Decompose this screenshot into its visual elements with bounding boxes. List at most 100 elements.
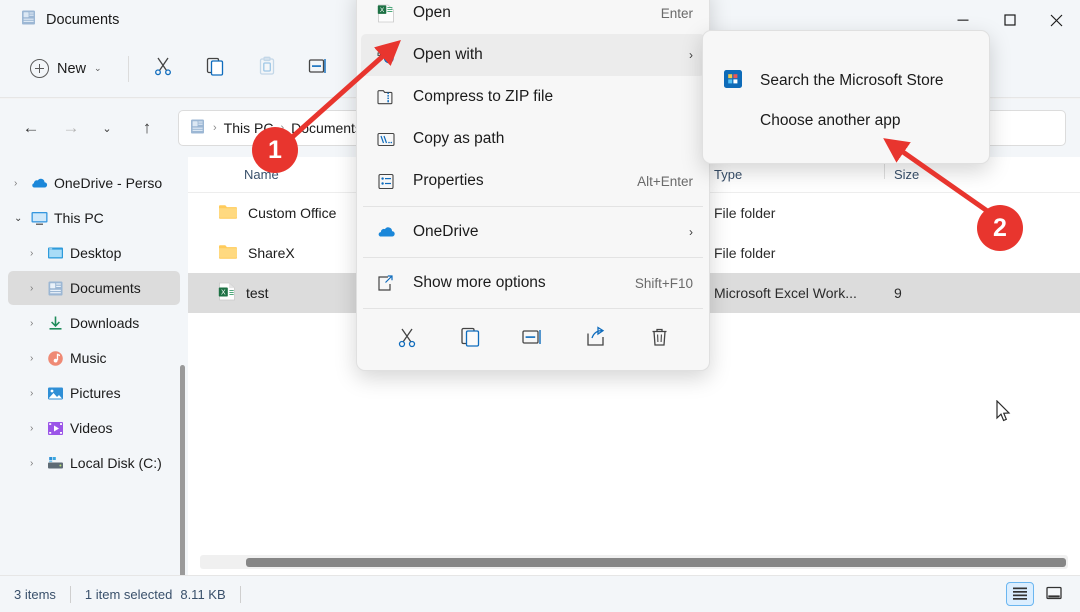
- sidebar-item-label: Local Disk (C:): [70, 455, 162, 471]
- sidebar-item-label: This PC: [54, 210, 104, 226]
- context-menu-item-open-with[interactable]: Open with ›: [361, 34, 705, 76]
- chevron-down-icon[interactable]: ⌄: [14, 213, 30, 224]
- new-button[interactable]: New ⌄: [18, 52, 114, 85]
- submenu-item-search-store[interactable]: Search the Microsoft Store: [709, 61, 983, 101]
- chevron-right-icon[interactable]: ›: [14, 178, 30, 189]
- submenu-item-choose-another-app[interactable]: Choose another app: [709, 101, 983, 141]
- maximize-button[interactable]: [986, 0, 1033, 40]
- context-menu-accel: Alt+Enter: [637, 174, 693, 189]
- chevron-right-icon: ›: [689, 225, 693, 239]
- breadcrumb-segment-documents[interactable]: Documents: [291, 120, 362, 136]
- sidebar-item-label: Downloads: [70, 315, 139, 331]
- context-menu-item-onedrive[interactable]: OneDrive ›: [361, 211, 705, 253]
- chevron-right-icon[interactable]: ›: [30, 388, 46, 399]
- up-arrow-icon: ↑: [143, 118, 152, 138]
- cut-button[interactable]: [143, 51, 183, 87]
- copy-button[interactable]: [195, 51, 235, 87]
- back-button[interactable]: ←: [14, 111, 48, 145]
- copy-icon: [205, 56, 225, 81]
- chevron-right-icon[interactable]: ›: [30, 283, 46, 294]
- tab-documents[interactable]: Documents: [12, 4, 133, 36]
- pictures-image-icon: [46, 384, 70, 403]
- chevron-right-icon[interactable]: ›: [30, 318, 46, 329]
- breadcrumb-separator: ›: [213, 122, 217, 134]
- submenu-label: Choose another app: [760, 112, 900, 130]
- horizontal-scrollbar[interactable]: [200, 555, 1068, 569]
- chevron-down-icon: ⌄: [102, 122, 111, 135]
- forward-button[interactable]: →: [54, 111, 88, 145]
- list-lines-icon: [1012, 586, 1028, 603]
- paste-button[interactable]: [247, 51, 287, 87]
- cut-action[interactable]: [385, 321, 429, 357]
- context-menu-label: Compress to ZIP file: [413, 88, 693, 106]
- chevron-right-icon[interactable]: ›: [30, 248, 46, 259]
- details-view-button[interactable]: [1006, 582, 1034, 606]
- up-button[interactable]: ↑: [130, 111, 164, 145]
- sidebar-item-this-pc[interactable]: ⌄ This PC: [8, 201, 180, 235]
- context-menu-item-copy-as-path[interactable]: Copy as path: [361, 118, 705, 160]
- rename-icon: [521, 326, 544, 353]
- file-name-label: ShareX: [248, 245, 295, 261]
- chevron-right-icon[interactable]: ›: [30, 423, 46, 434]
- context-menu-item-properties[interactable]: Properties Alt+Enter: [361, 160, 705, 202]
- context-menu-accel: Shift+F10: [635, 276, 693, 291]
- context-menu-label: Show more options: [413, 274, 619, 292]
- chevron-right-icon: ›: [689, 48, 693, 62]
- context-menu-item-compress-zip[interactable]: Compress to ZIP file: [361, 76, 705, 118]
- share-action[interactable]: [574, 321, 618, 357]
- rename-action[interactable]: [511, 321, 555, 357]
- rename-button[interactable]: [299, 51, 339, 87]
- sidebar-item-desktop[interactable]: › Desktop: [8, 236, 180, 270]
- large-icons-view-button[interactable]: [1040, 582, 1068, 606]
- folder-icon: [218, 203, 238, 223]
- context-menu-item-show-more-options[interactable]: Show more options Shift+F10: [361, 262, 705, 304]
- sidebar-item-label: Videos: [70, 420, 113, 436]
- copy-action[interactable]: [448, 321, 492, 357]
- file-explorer-window: Documents New ⌄: [0, 0, 1080, 612]
- sidebar-item-documents[interactable]: › Documents: [8, 271, 180, 305]
- svg-text:X: X: [221, 289, 226, 296]
- trash-icon: [649, 326, 670, 353]
- context-menu-action-row: [361, 313, 705, 365]
- folder-icon: [218, 243, 238, 263]
- status-divider: [240, 586, 241, 603]
- svg-text:X: X: [380, 7, 385, 14]
- close-button[interactable]: [1033, 0, 1080, 40]
- context-menu-item-open[interactable]: X Open Enter: [361, 0, 705, 34]
- sidebar-item-pictures[interactable]: › Pictures: [8, 376, 180, 410]
- sidebar-item-videos[interactable]: › Videos: [8, 411, 180, 445]
- toolbar-divider: [128, 56, 129, 82]
- chevron-right-icon[interactable]: ›: [30, 353, 46, 364]
- view-toggle-group: [1006, 582, 1068, 606]
- sidebar-item-label: Music: [70, 350, 107, 366]
- onedrive-cloud-icon: [30, 174, 54, 193]
- sidebar-item-label: OneDrive - Perso: [54, 175, 162, 191]
- column-header-size[interactable]: Size: [894, 167, 984, 182]
- onedrive-cloud-icon: [375, 224, 397, 240]
- column-header-type[interactable]: Type: [714, 167, 894, 182]
- open-with-icon: [375, 45, 397, 65]
- annotation-badge-1: 1: [252, 127, 298, 173]
- context-menu: X Open Enter: [356, 0, 710, 371]
- monitor-icon: [30, 209, 54, 228]
- sidebar-item-music[interactable]: › Music: [8, 341, 180, 375]
- excel-file-icon: X: [218, 282, 236, 304]
- sidebar-item-onedrive[interactable]: › OneDrive - Perso: [8, 166, 180, 200]
- context-menu-label: OneDrive: [413, 223, 673, 241]
- sidebar-item-downloads[interactable]: › Downloads: [8, 306, 180, 340]
- recent-locations-button[interactable]: ⌄: [94, 111, 120, 145]
- horizontal-scrollbar-thumb[interactable]: [246, 558, 1066, 567]
- chevron-right-icon[interactable]: ›: [30, 458, 46, 469]
- delete-action[interactable]: [637, 321, 681, 357]
- context-menu-separator: [363, 206, 703, 207]
- scissors-icon: [396, 326, 418, 353]
- sidebar-item-local-disk-c[interactable]: › Local Disk (C:): [8, 446, 180, 480]
- sidebar-item-label: Documents: [70, 280, 141, 296]
- item-count-label: 3 items: [14, 587, 56, 602]
- context-menu-label: Copy as path: [413, 130, 693, 148]
- music-note-icon: [46, 349, 70, 368]
- hard-drive-icon: [46, 454, 70, 473]
- context-menu-separator: [363, 308, 703, 309]
- copy-icon: [459, 326, 481, 353]
- sidebar-item-label: Pictures: [70, 385, 121, 401]
